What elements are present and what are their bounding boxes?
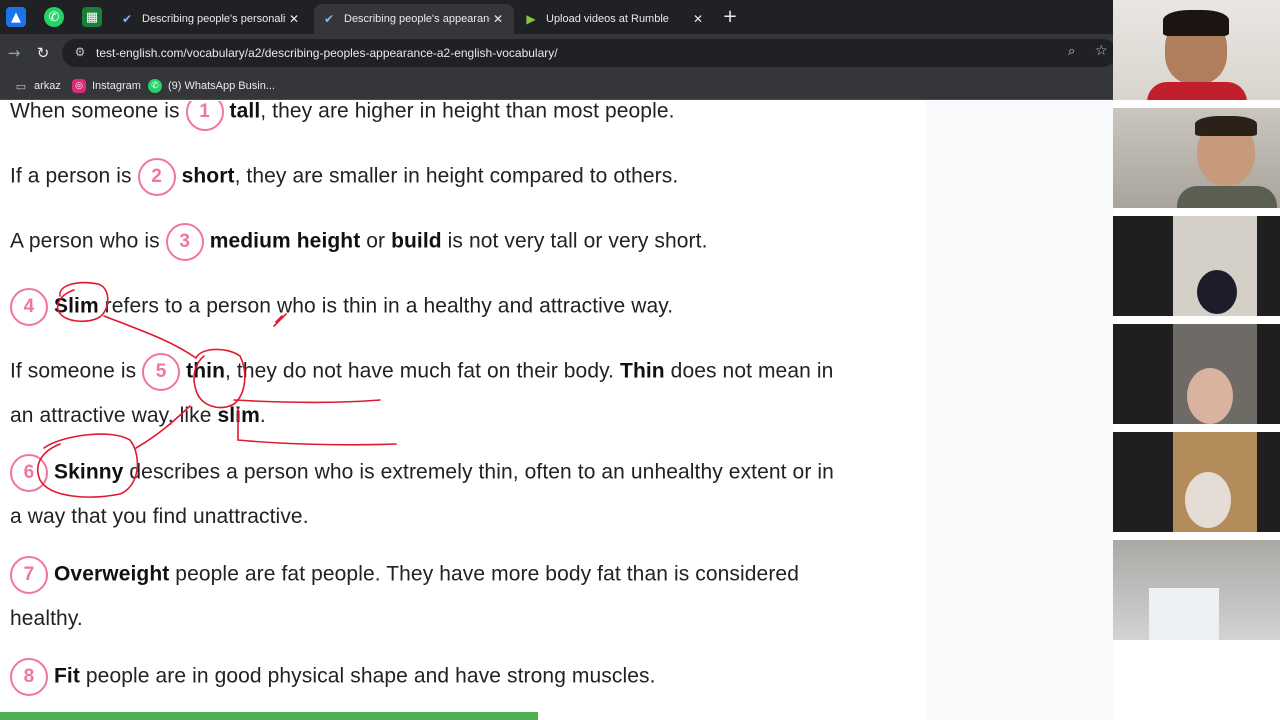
drive-icon[interactable]: ▲ [6,7,26,27]
number-badge: 4 [10,288,48,326]
list-item: 7 Overweight people are fat people. They … [10,556,799,594]
check-circle-icon: ✔ [121,12,133,26]
participant-shirt [1147,82,1247,100]
bookmarks-bar: ▭ arkaz ◎ Instagram ✆ (9) WhatsApp Busin… [0,72,1113,100]
participant-hair [1195,116,1257,136]
participant-tile[interactable] [1113,324,1280,424]
participant-head [1197,270,1237,314]
number-badge: 1 [185,101,224,131]
bookmark-label: (9) WhatsApp Busin... [168,80,275,92]
participant-tile[interactable] [1113,432,1280,532]
rumble-play-icon: ▶ [526,12,536,26]
reload-icon[interactable]: ↻ [33,43,53,63]
participant-face [1185,472,1231,528]
number-badge: 2 [137,158,176,196]
zoom-icon[interactable]: ⌕ [1068,44,1075,59]
bookmark-star-icon[interactable]: ☆ [1095,43,1108,59]
instagram-icon: ◎ [72,79,86,93]
list-item: 6 Skinny describes a person who is extrem… [10,454,834,492]
address-bar[interactable]: ⚙ test-english.com/vocabulary/a2/describ… [62,39,1117,67]
list-item-continuation: healthy. [10,607,83,630]
page-side-margin [926,101,1113,720]
number-badge: 3 [165,223,204,261]
tab-title: Upload videos at Rumble [546,13,669,25]
bookmark-whatsapp[interactable]: ✆ (9) WhatsApp Busin... [148,78,275,94]
participant-hair [1163,10,1229,36]
list-item-continuation: an attractive way, like slim. [10,404,266,427]
list-item: 4 Slim refers to a person who is thin in … [10,288,673,326]
sheets-icon[interactable]: ▦ [82,7,102,27]
participant-tile[interactable] [1113,0,1280,100]
site-settings-icon[interactable]: ⚙ [72,45,88,61]
participant-tile[interactable] [1113,540,1280,640]
participant-tile[interactable] [1113,216,1280,316]
page-content: When someone is 1 tall, they are higher i… [0,101,926,720]
participant-video [1149,588,1219,640]
list-item: 8 Fit people are in good physical shape a… [10,658,656,696]
number-badge: 7 [10,556,48,594]
bookmark-folder[interactable]: ▭ arkaz [14,78,61,94]
new-tab-icon[interactable]: + [720,7,740,27]
list-item-continuation: a way that you find unattractive. [10,505,309,528]
forward-icon[interactable]: → [4,43,24,63]
bookmark-label: Instagram [92,80,141,92]
number-badge: 6 [10,454,48,492]
folder-icon: ▭ [15,79,27,93]
tab-appearance[interactable]: ✔ Describing people's appearance ✕ [314,4,514,34]
close-icon[interactable]: ✕ [490,12,506,26]
list-item: A person who is 3 medium height or build … [10,223,708,261]
tab-rumble[interactable]: ▶ Upload videos at Rumble ✕ [516,4,714,34]
close-icon[interactable]: ✕ [690,12,706,26]
url-text[interactable]: test-english.com/vocabulary/a2/describin… [96,46,558,60]
participant-shirt [1177,186,1277,208]
video-call-panel [1113,0,1280,720]
whatsapp-icon: ✆ [148,79,162,93]
bookmark-instagram[interactable]: ◎ Instagram [72,78,141,94]
tab-personality[interactable]: ✔ Describing people's personality ✕ [112,4,310,34]
toolbar: → ↻ ⚙ test-english.com/vocabulary/a2/des… [0,34,1117,72]
browser-window: ▲ ✆ ▦ ✔ Describing people's personality … [0,0,1117,720]
number-badge: 5 [142,353,181,391]
tab-bar: ▲ ✆ ▦ ✔ Describing people's personality … [0,0,1113,34]
list-item: If someone is 5 thin, they do not have mu… [10,353,833,391]
whatsapp-icon[interactable]: ✆ [44,7,64,27]
participant-face [1187,368,1233,424]
check-circle-icon: ✔ [323,12,335,26]
progress-bar [0,712,538,720]
participant-tile[interactable] [1113,108,1280,208]
list-item: When someone is 1 tall, they are higher i… [10,101,675,131]
tab-title: Describing people's appearance [344,13,490,25]
list-item: If a person is 2 short, they are smaller … [10,158,678,196]
number-badge: 8 [10,658,48,696]
close-icon[interactable]: ✕ [286,12,302,26]
bookmark-label: arkaz [34,80,61,92]
tab-title: Describing people's personality [142,13,286,25]
